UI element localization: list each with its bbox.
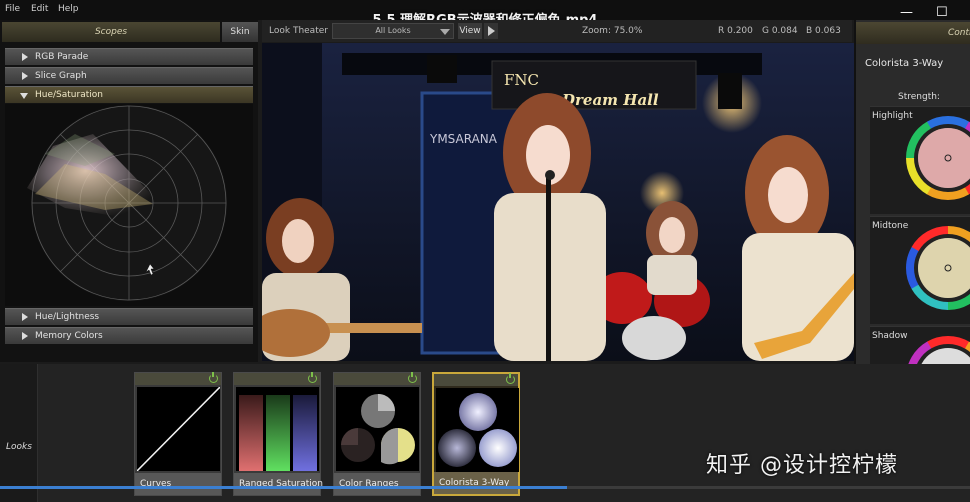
performer-face [659,217,685,253]
scope-item-label: Memory Colors [35,331,103,341]
expand-arrow-icon [22,332,28,340]
sign-text-hall: Dream Hall [561,91,659,109]
menu-bar: File Edit Help — ☐ [0,0,970,20]
scope-item-memory-colors[interactable]: Memory Colors [5,327,253,344]
look-card-curves[interactable]: Curves [134,372,222,496]
looks-sidebar: Looks [0,364,38,502]
video-frame: FNC Dream Hall YMSARANA [262,43,854,361]
maximize-icon[interactable]: ☐ [936,6,948,19]
view-button[interactable]: View [458,23,482,39]
stage-light [427,55,457,83]
power-icon[interactable] [308,372,317,383]
controls-panel: Controls Colorista 3-Way Strength: Highl… [854,20,970,366]
look-card-ranged-saturation[interactable]: Ranged Saturation [233,372,323,496]
look-card-label: Color Ranges [334,473,420,495]
bass-drum [622,316,686,360]
scope-item-hue-lightness[interactable]: Hue/Lightness [5,308,253,325]
power-icon[interactable] [408,372,417,383]
scope-item-slice-graph[interactable]: Slice Graph [5,67,253,84]
watermark: 知乎 @设计控柠檬 [706,453,898,478]
power-icon[interactable] [506,373,515,384]
skin-button[interactable]: Skin [222,22,258,42]
vectorscope-graph [27,105,227,301]
play-icon[interactable] [484,23,498,39]
highlight-color-wheel[interactable] [900,116,970,200]
look-card-label: Curves [135,473,221,495]
curves-thumbnail [137,387,220,471]
microphone [545,170,555,180]
controls-header: Controls [856,22,970,44]
expand-arrow-icon [22,72,28,80]
performer-face [768,167,808,223]
look-card-color-ranges[interactable]: Color Ranges [333,372,421,496]
zoom-readout: Zoom: 75.0% [582,26,643,36]
looks-bin: Looks Curves Ranged Saturation Color Ran… [0,364,970,502]
menu-file[interactable]: File [5,4,20,14]
ranged-saturation-thumbnail [236,387,319,471]
look-card-colorista-3-way[interactable]: Colorista 3-Way [432,372,520,496]
shadow-color-wheel[interactable] [900,336,970,364]
collapse-arrow-icon [20,93,28,99]
scope-item-label: RGB Parade [35,52,89,62]
color-ranges-thumbnail [336,387,419,471]
look-theater-label: Look Theater [269,26,328,36]
scopes-header: Scopes [2,22,220,42]
progress-fill [0,486,568,489]
chevron-down-icon[interactable] [440,29,450,35]
menu-edit[interactable]: Edit [31,4,48,14]
stage-light [718,73,742,109]
scope-item-label: Hue/Saturation [35,90,103,100]
mic-stand [546,173,551,361]
strength-label: Strength: [898,92,940,102]
blue-readout: B 0.063 [806,26,841,36]
sign-text-fnc: FNC [504,71,539,89]
playback-progress[interactable] [0,486,970,489]
green-readout: G 0.084 [762,26,798,36]
menu-help[interactable]: Help [58,4,79,14]
midtone-color-wheel[interactable] [900,226,970,310]
look-card-label: Colorista 3-Way [434,472,518,494]
expand-arrow-icon [22,313,28,321]
scope-item-hue-saturation[interactable]: Hue/Saturation [5,86,253,103]
performer-face [282,219,314,263]
viewer-toolbar: Look Theater All Looks View Zoom: 75.0% … [262,20,852,42]
looks-filter-select[interactable]: All Looks [332,23,454,39]
performer-body [647,255,697,295]
expand-arrow-icon [22,53,28,61]
power-icon[interactable] [209,372,218,383]
look-card-label: Ranged Saturation [234,473,323,495]
scope-item-label: Slice Graph [35,71,87,81]
scope-item-rgb-parade[interactable]: RGB Parade [5,48,253,65]
hue-saturation-scope [5,104,253,306]
colorista-thumbnail [436,388,519,472]
video-viewer[interactable]: FNC Dream Hall YMSARANA [262,43,854,361]
minimize-icon[interactable]: — [900,6,913,19]
window-lettering: YMSARANA [429,132,498,146]
red-readout: R 0.200 [718,26,753,36]
looks-label: Looks [6,442,32,452]
effect-title: Colorista 3-Way [865,58,944,69]
scope-item-label: Hue/Lightness [35,312,100,322]
